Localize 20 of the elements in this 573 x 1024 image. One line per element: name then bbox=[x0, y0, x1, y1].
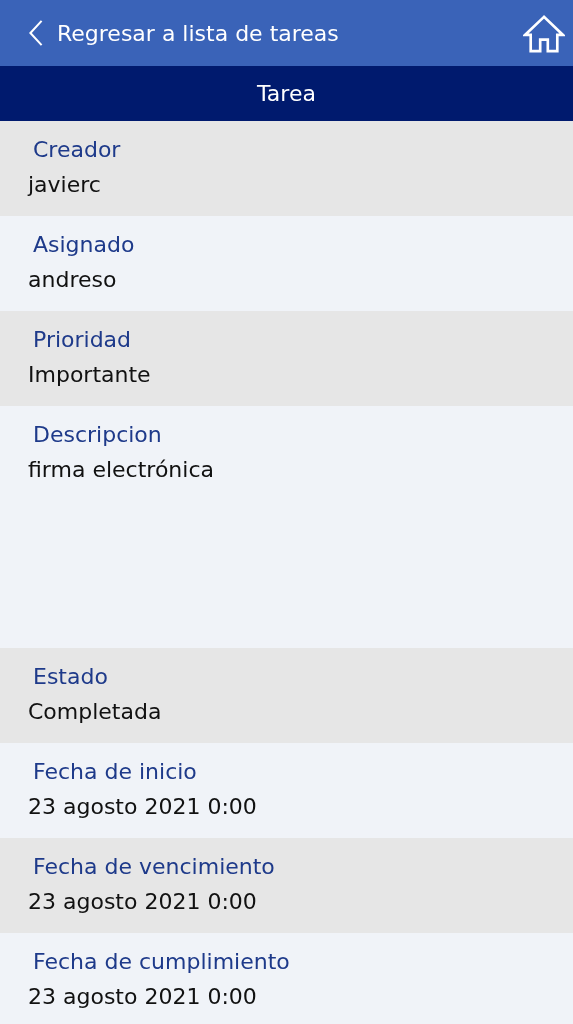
field-value: 23 agosto 2021 0:00 bbox=[28, 889, 258, 914]
field-label: Fecha de cumplimiento bbox=[32, 949, 291, 974]
field-value: 23 agosto 2021 0:00 bbox=[28, 984, 258, 1009]
home-icon[interactable] bbox=[523, 15, 565, 53]
field-value: Completada bbox=[28, 699, 163, 724]
field-value: Importante bbox=[28, 362, 152, 387]
field-label: Estado bbox=[32, 664, 109, 689]
field-label: Fecha de inicio bbox=[32, 759, 198, 784]
chevron-left-icon bbox=[28, 19, 44, 47]
field-value: javierc bbox=[28, 172, 102, 197]
field-label: Creador bbox=[32, 137, 122, 162]
page-title: Tarea bbox=[257, 81, 316, 106]
field-label: Prioridad bbox=[32, 327, 133, 352]
field-value: 23 agosto 2021 0:00 bbox=[28, 794, 258, 819]
field-label: Descripcion bbox=[32, 422, 163, 447]
field-label: Asignado bbox=[32, 232, 136, 257]
back-link[interactable]: Regresar a lista de tareas bbox=[28, 19, 339, 47]
field-value: firma electrónica bbox=[28, 457, 215, 482]
field-label: Fecha de vencimiento bbox=[32, 854, 276, 879]
field-value: andreso bbox=[28, 267, 118, 292]
